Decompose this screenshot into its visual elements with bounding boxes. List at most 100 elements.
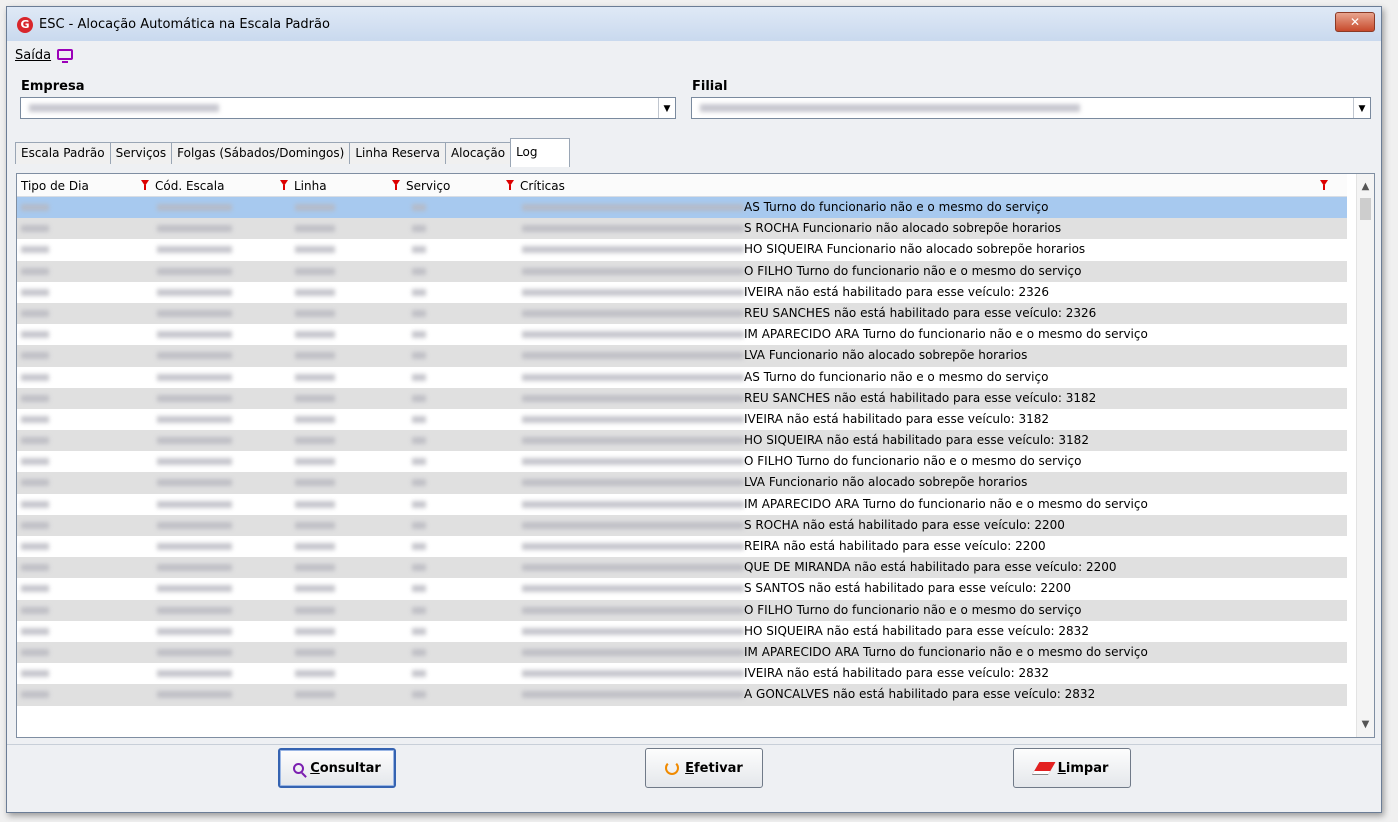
- column-cod-escala[interactable]: Cód. Escala: [155, 179, 224, 193]
- table-row[interactable]: IVEIRA não está habilitado para esse veí…: [17, 409, 1347, 430]
- redacted-cell: [21, 606, 49, 614]
- redacted-cell: [412, 521, 426, 529]
- chevron-down-icon[interactable]: ▼: [1353, 98, 1370, 118]
- redacted-cell: [21, 331, 49, 339]
- scroll-up-icon[interactable]: ▲: [1357, 178, 1374, 195]
- redacted-cell: [522, 373, 744, 381]
- redacted-cell: [412, 288, 426, 296]
- tab-linha-reserva[interactable]: Linha Reserva: [349, 142, 446, 164]
- table-row[interactable]: HO SIQUEIRA Funcionario não alocado sobr…: [17, 239, 1347, 260]
- redacted-cell: [21, 691, 49, 699]
- empresa-select[interactable]: ▼: [20, 97, 676, 119]
- redacted-cell: [522, 331, 744, 339]
- column-criticas[interactable]: Críticas: [520, 179, 565, 193]
- criticas-cell: IVEIRA não está habilitado para esse veí…: [744, 411, 1050, 426]
- redacted-cell: [412, 309, 426, 317]
- empresa-value-blurred: [29, 104, 219, 112]
- table-row[interactable]: A GONCALVES não está habilitado para ess…: [17, 684, 1347, 706]
- table-row[interactable]: AS Turno do funcionario não e o mesmo do…: [17, 197, 1347, 219]
- criticas-cell: IM APARECIDO ARA Turno do funcionario nã…: [744, 327, 1148, 342]
- monitor-icon[interactable]: [57, 48, 74, 63]
- redacted-cell: [522, 458, 744, 466]
- table-row[interactable]: REIRA não está habilitado para esse veíc…: [17, 536, 1347, 557]
- table-row[interactable]: REU SANCHES não está habilitado para ess…: [17, 302, 1347, 325]
- table-row[interactable]: O FILHO Turno do funcionario não e o mes…: [17, 260, 1347, 282]
- tab-log[interactable]: Log: [510, 138, 571, 167]
- table-row[interactable]: IM APARECIDO ARA Turno do funcionario nã…: [17, 641, 1347, 664]
- table-row[interactable]: IM APARECIDO ARA Turno do funcionario nã…: [17, 324, 1347, 345]
- redacted-cell: [295, 500, 335, 508]
- redacted-cell: [412, 627, 426, 635]
- redacted-cell: [21, 309, 49, 317]
- table-row[interactable]: HO SIQUEIRA não está habilitado para ess…: [17, 621, 1347, 642]
- redacted-cell: [21, 458, 49, 466]
- tab-escala-padrao[interactable]: Escala Padrão: [15, 142, 111, 164]
- column-servico[interactable]: Serviço: [406, 179, 450, 193]
- redacted-cell: [157, 585, 232, 593]
- table-row[interactable]: AS Turno do funcionario não e o mesmo do…: [17, 367, 1347, 388]
- close-button[interactable]: ✕: [1335, 12, 1375, 32]
- column-linha[interactable]: Linha: [294, 179, 327, 193]
- chevron-down-icon[interactable]: ▼: [658, 98, 675, 118]
- criticas-cell: S ROCHA Funcionario não alocado sobrepõe…: [744, 221, 1062, 236]
- tab-bar: Escala Padrão Serviços Folgas (Sábados/D…: [15, 138, 571, 167]
- efetivar-button[interactable]: Efetivar: [645, 748, 763, 788]
- table-row[interactable]: O FILHO Turno do funcionario não e o mes…: [17, 451, 1347, 472]
- redacted-cell: [21, 437, 49, 445]
- redacted-cell: [21, 373, 49, 381]
- filial-select[interactable]: ▼: [691, 97, 1371, 119]
- redacted-cell: [522, 521, 744, 529]
- log-grid: Tipo de Dia Cód. Escala Linha Serviço Cr…: [16, 173, 1375, 738]
- redacted-cell: [157, 288, 232, 296]
- table-row[interactable]: S ROCHA Funcionario não alocado sobrepõe…: [17, 218, 1347, 240]
- redacted-cell: [21, 648, 49, 656]
- table-row[interactable]: LVA Funcionario não alocado sobrepõe hor…: [17, 345, 1347, 367]
- table-row[interactable]: IVEIRA não está habilitado para esse veí…: [17, 282, 1347, 303]
- consultar-mnemonic: C: [310, 760, 320, 776]
- filter-icon[interactable]: [141, 180, 149, 190]
- redacted-cell: [21, 246, 49, 254]
- table-row[interactable]: S SANTOS não está habilitado para esse v…: [17, 578, 1347, 599]
- redacted-cell: [295, 225, 335, 233]
- redacted-cell: [522, 309, 744, 317]
- criticas-cell: O FILHO Turno do funcionario não e o mes…: [744, 454, 1082, 469]
- redacted-cell: [295, 437, 335, 445]
- filter-icon[interactable]: [506, 180, 514, 190]
- consultar-button[interactable]: Consultar: [278, 748, 396, 788]
- tab-folgas[interactable]: Folgas (Sábados/Domingos): [171, 142, 351, 164]
- redacted-cell: [412, 500, 426, 508]
- redacted-cell: [295, 627, 335, 635]
- vertical-scrollbar[interactable]: ▲ ▼: [1356, 174, 1374, 737]
- tab-servicos[interactable]: Serviços: [109, 142, 173, 164]
- redacted-cell: [157, 373, 232, 381]
- table-row[interactable]: HO SIQUEIRA não está habilitado para ess…: [17, 430, 1347, 452]
- scroll-down-icon[interactable]: ▼: [1357, 716, 1374, 733]
- redacted-cell: [21, 627, 49, 635]
- redacted-cell: [522, 564, 744, 572]
- redacted-cell: [21, 352, 49, 360]
- table-row[interactable]: LVA Funcionario não alocado sobrepõe hor…: [17, 472, 1347, 494]
- redacted-cell: [522, 394, 744, 402]
- redacted-cell: [157, 267, 232, 275]
- filter-icon[interactable]: [392, 180, 400, 190]
- scroll-thumb[interactable]: [1360, 198, 1371, 220]
- redacted-cell: [21, 521, 49, 529]
- redacted-cell: [295, 521, 335, 529]
- filter-icon[interactable]: [280, 180, 288, 190]
- table-row[interactable]: IM APARECIDO ARA Turno do funcionario nã…: [17, 494, 1347, 515]
- tab-alocacao[interactable]: Alocação: [444, 142, 512, 164]
- redacted-cell: [157, 437, 232, 445]
- redacted-cell: [295, 309, 335, 317]
- filter-icon[interactable]: [1320, 180, 1328, 190]
- limpar-button[interactable]: Limpar: [1013, 748, 1131, 788]
- table-row[interactable]: S ROCHA não está habilitado para esse ve…: [17, 514, 1347, 536]
- table-row[interactable]: IVEIRA não está habilitado para esse veí…: [17, 663, 1347, 684]
- table-row[interactable]: O FILHO Turno do funcionario não e o mes…: [17, 599, 1347, 621]
- column-tipo-de-dia[interactable]: Tipo de Dia: [21, 179, 89, 193]
- criticas-cell: IM APARECIDO ARA Turno do funcionario nã…: [744, 644, 1148, 659]
- menu-exit[interactable]: Saída: [15, 48, 51, 63]
- table-row[interactable]: REU SANCHES não está habilitado para ess…: [17, 387, 1347, 409]
- criticas-cell: IVEIRA não está habilitado para esse veí…: [744, 284, 1050, 299]
- table-row[interactable]: QUE DE MIRANDA não está habilitado para …: [17, 557, 1347, 579]
- redacted-cell: [522, 204, 744, 211]
